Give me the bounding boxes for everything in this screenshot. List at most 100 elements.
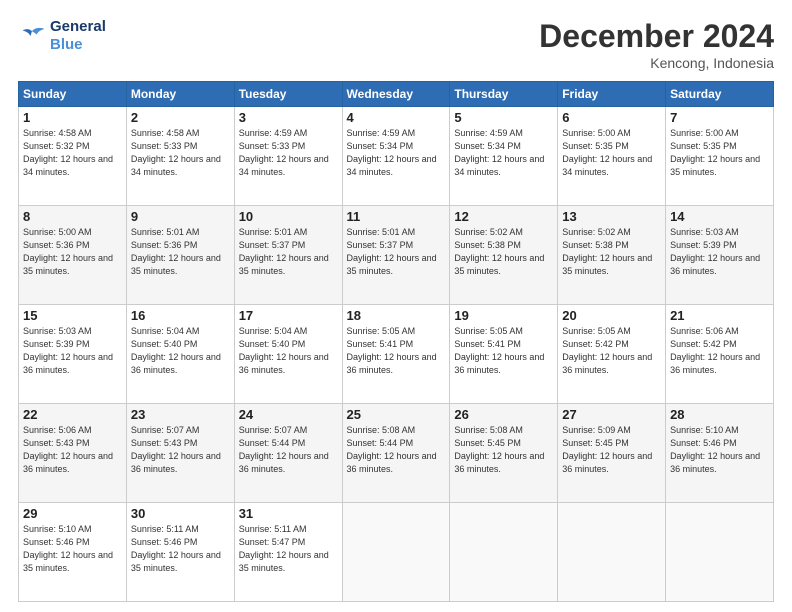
- calendar-cell: 10 Sunrise: 5:01 AM Sunset: 5:37 PM Dayl…: [234, 206, 342, 305]
- col-header-wednesday: Wednesday: [342, 82, 450, 107]
- day-number: 7: [670, 110, 769, 125]
- day-info: Sunrise: 5:11 AM Sunset: 5:46 PM Dayligh…: [131, 523, 230, 575]
- calendar-cell: 30 Sunrise: 5:11 AM Sunset: 5:46 PM Dayl…: [126, 503, 234, 602]
- calendar-cell: 6 Sunrise: 5:00 AM Sunset: 5:35 PM Dayli…: [558, 107, 666, 206]
- calendar-cell: [342, 503, 450, 602]
- day-info: Sunrise: 5:04 AM Sunset: 5:40 PM Dayligh…: [131, 325, 230, 377]
- calendar-cell: 18 Sunrise: 5:05 AM Sunset: 5:41 PM Dayl…: [342, 305, 450, 404]
- day-number: 11: [347, 209, 446, 224]
- page: General Blue December 2024 Kencong, Indo…: [0, 0, 792, 612]
- day-number: 12: [454, 209, 553, 224]
- calendar-cell: 9 Sunrise: 5:01 AM Sunset: 5:36 PM Dayli…: [126, 206, 234, 305]
- day-info: Sunrise: 5:08 AM Sunset: 5:45 PM Dayligh…: [454, 424, 553, 476]
- day-info: Sunrise: 5:07 AM Sunset: 5:43 PM Dayligh…: [131, 424, 230, 476]
- calendar-cell: 5 Sunrise: 4:59 AM Sunset: 5:34 PM Dayli…: [450, 107, 558, 206]
- day-number: 25: [347, 407, 446, 422]
- logo-text: General Blue: [50, 18, 106, 54]
- calendar-cell: [450, 503, 558, 602]
- calendar-week-4: 22 Sunrise: 5:06 AM Sunset: 5:43 PM Dayl…: [19, 404, 774, 503]
- day-number: 6: [562, 110, 661, 125]
- day-info: Sunrise: 5:01 AM Sunset: 5:37 PM Dayligh…: [347, 226, 446, 278]
- calendar-cell: 13 Sunrise: 5:02 AM Sunset: 5:38 PM Dayl…: [558, 206, 666, 305]
- day-number: 31: [239, 506, 338, 521]
- calendar-cell: 19 Sunrise: 5:05 AM Sunset: 5:41 PM Dayl…: [450, 305, 558, 404]
- col-header-sunday: Sunday: [19, 82, 127, 107]
- calendar-cell: 17 Sunrise: 5:04 AM Sunset: 5:40 PM Dayl…: [234, 305, 342, 404]
- calendar-cell: 21 Sunrise: 5:06 AM Sunset: 5:42 PM Dayl…: [666, 305, 774, 404]
- day-info: Sunrise: 5:00 AM Sunset: 5:35 PM Dayligh…: [562, 127, 661, 179]
- day-info: Sunrise: 5:05 AM Sunset: 5:42 PM Dayligh…: [562, 325, 661, 377]
- day-info: Sunrise: 5:10 AM Sunset: 5:46 PM Dayligh…: [23, 523, 122, 575]
- calendar-cell: 16 Sunrise: 5:04 AM Sunset: 5:40 PM Dayl…: [126, 305, 234, 404]
- day-info: Sunrise: 5:09 AM Sunset: 5:45 PM Dayligh…: [562, 424, 661, 476]
- day-info: Sunrise: 5:02 AM Sunset: 5:38 PM Dayligh…: [454, 226, 553, 278]
- day-info: Sunrise: 5:08 AM Sunset: 5:44 PM Dayligh…: [347, 424, 446, 476]
- col-header-friday: Friday: [558, 82, 666, 107]
- calendar-cell: 4 Sunrise: 4:59 AM Sunset: 5:34 PM Dayli…: [342, 107, 450, 206]
- calendar-cell: 15 Sunrise: 5:03 AM Sunset: 5:39 PM Dayl…: [19, 305, 127, 404]
- day-number: 24: [239, 407, 338, 422]
- day-info: Sunrise: 4:58 AM Sunset: 5:33 PM Dayligh…: [131, 127, 230, 179]
- title-block: December 2024 Kencong, Indonesia: [539, 18, 774, 71]
- day-info: Sunrise: 5:10 AM Sunset: 5:46 PM Dayligh…: [670, 424, 769, 476]
- day-info: Sunrise: 4:58 AM Sunset: 5:32 PM Dayligh…: [23, 127, 122, 179]
- day-info: Sunrise: 5:03 AM Sunset: 5:39 PM Dayligh…: [23, 325, 122, 377]
- day-number: 27: [562, 407, 661, 422]
- calendar-week-1: 1 Sunrise: 4:58 AM Sunset: 5:32 PM Dayli…: [19, 107, 774, 206]
- calendar-cell: 1 Sunrise: 4:58 AM Sunset: 5:32 PM Dayli…: [19, 107, 127, 206]
- day-number: 4: [347, 110, 446, 125]
- calendar-cell: 25 Sunrise: 5:08 AM Sunset: 5:44 PM Dayl…: [342, 404, 450, 503]
- day-number: 1: [23, 110, 122, 125]
- day-number: 18: [347, 308, 446, 323]
- day-number: 30: [131, 506, 230, 521]
- calendar-cell: 14 Sunrise: 5:03 AM Sunset: 5:39 PM Dayl…: [666, 206, 774, 305]
- day-number: 13: [562, 209, 661, 224]
- day-info: Sunrise: 5:05 AM Sunset: 5:41 PM Dayligh…: [347, 325, 446, 377]
- day-number: 17: [239, 308, 338, 323]
- calendar-cell: 31 Sunrise: 5:11 AM Sunset: 5:47 PM Dayl…: [234, 503, 342, 602]
- day-info: Sunrise: 5:05 AM Sunset: 5:41 PM Dayligh…: [454, 325, 553, 377]
- day-number: 29: [23, 506, 122, 521]
- day-number: 28: [670, 407, 769, 422]
- col-header-monday: Monday: [126, 82, 234, 107]
- header: General Blue December 2024 Kencong, Indo…: [18, 18, 774, 71]
- calendar-cell: 2 Sunrise: 4:58 AM Sunset: 5:33 PM Dayli…: [126, 107, 234, 206]
- location: Kencong, Indonesia: [539, 55, 774, 71]
- calendar-cell: [558, 503, 666, 602]
- day-info: Sunrise: 5:00 AM Sunset: 5:35 PM Dayligh…: [670, 127, 769, 179]
- logo: General Blue: [18, 18, 106, 54]
- calendar-cell: 7 Sunrise: 5:00 AM Sunset: 5:35 PM Dayli…: [666, 107, 774, 206]
- day-number: 10: [239, 209, 338, 224]
- day-number: 9: [131, 209, 230, 224]
- calendar-cell: 27 Sunrise: 5:09 AM Sunset: 5:45 PM Dayl…: [558, 404, 666, 503]
- day-number: 8: [23, 209, 122, 224]
- day-info: Sunrise: 5:07 AM Sunset: 5:44 PM Dayligh…: [239, 424, 338, 476]
- logo-icon: [18, 25, 46, 47]
- calendar-cell: 23 Sunrise: 5:07 AM Sunset: 5:43 PM Dayl…: [126, 404, 234, 503]
- calendar-week-5: 29 Sunrise: 5:10 AM Sunset: 5:46 PM Dayl…: [19, 503, 774, 602]
- calendar-cell: 12 Sunrise: 5:02 AM Sunset: 5:38 PM Dayl…: [450, 206, 558, 305]
- calendar-cell: 28 Sunrise: 5:10 AM Sunset: 5:46 PM Dayl…: [666, 404, 774, 503]
- col-header-tuesday: Tuesday: [234, 82, 342, 107]
- calendar-cell: 29 Sunrise: 5:10 AM Sunset: 5:46 PM Dayl…: [19, 503, 127, 602]
- day-number: 20: [562, 308, 661, 323]
- day-number: 2: [131, 110, 230, 125]
- calendar-week-2: 8 Sunrise: 5:00 AM Sunset: 5:36 PM Dayli…: [19, 206, 774, 305]
- calendar-cell: 3 Sunrise: 4:59 AM Sunset: 5:33 PM Dayli…: [234, 107, 342, 206]
- day-number: 14: [670, 209, 769, 224]
- col-header-thursday: Thursday: [450, 82, 558, 107]
- day-info: Sunrise: 5:06 AM Sunset: 5:43 PM Dayligh…: [23, 424, 122, 476]
- day-info: Sunrise: 5:00 AM Sunset: 5:36 PM Dayligh…: [23, 226, 122, 278]
- day-number: 22: [23, 407, 122, 422]
- day-number: 26: [454, 407, 553, 422]
- col-header-saturday: Saturday: [666, 82, 774, 107]
- calendar-cell: 22 Sunrise: 5:06 AM Sunset: 5:43 PM Dayl…: [19, 404, 127, 503]
- day-number: 5: [454, 110, 553, 125]
- day-info: Sunrise: 5:01 AM Sunset: 5:37 PM Dayligh…: [239, 226, 338, 278]
- day-number: 19: [454, 308, 553, 323]
- day-info: Sunrise: 5:01 AM Sunset: 5:36 PM Dayligh…: [131, 226, 230, 278]
- day-info: Sunrise: 4:59 AM Sunset: 5:34 PM Dayligh…: [454, 127, 553, 179]
- calendar-table: SundayMondayTuesdayWednesdayThursdayFrid…: [18, 81, 774, 602]
- day-info: Sunrise: 5:11 AM Sunset: 5:47 PM Dayligh…: [239, 523, 338, 575]
- calendar-cell: 24 Sunrise: 5:07 AM Sunset: 5:44 PM Dayl…: [234, 404, 342, 503]
